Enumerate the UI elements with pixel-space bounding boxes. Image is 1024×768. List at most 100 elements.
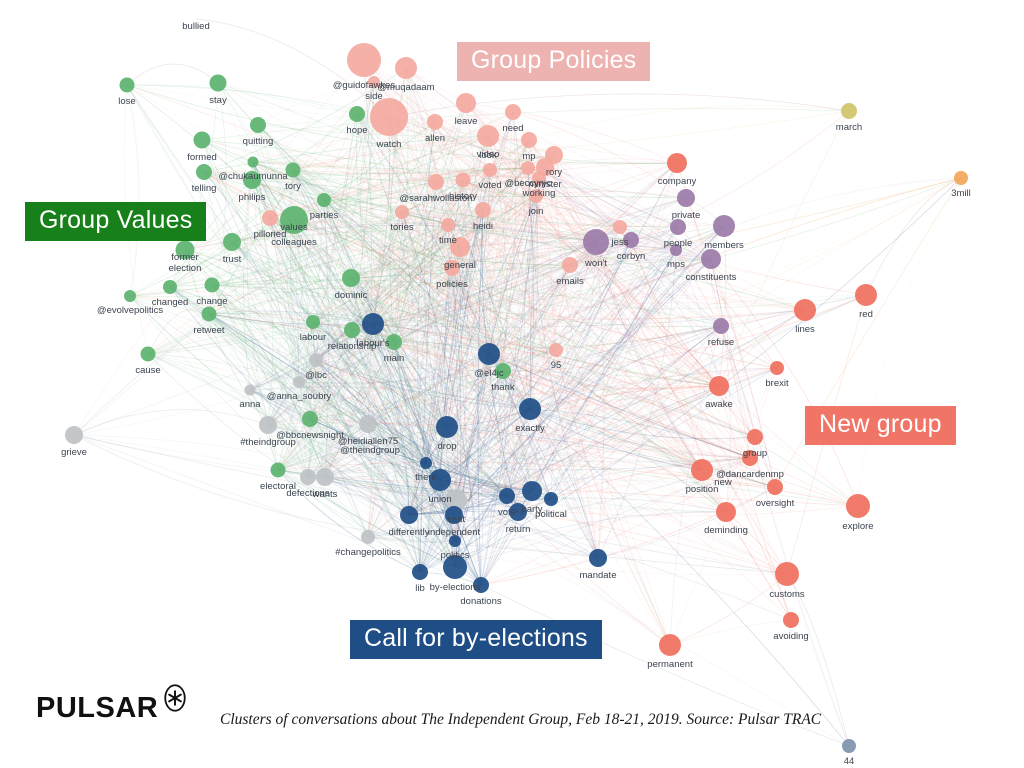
graph-node[interactable] [300, 469, 316, 485]
graph-node[interactable] [747, 429, 763, 445]
graph-node[interactable] [250, 117, 266, 133]
graph-node-label: formed [187, 151, 217, 163]
graph-node[interactable] [65, 426, 83, 444]
graph-node[interactable] [521, 161, 535, 175]
graph-node[interactable] [395, 57, 417, 79]
graph-node[interactable] [362, 313, 384, 335]
cluster-label-group-values: Group Values [25, 202, 207, 241]
graph-node-label: rory [545, 167, 563, 178]
graph-node[interactable] [794, 299, 816, 321]
graph-node[interactable] [316, 468, 334, 486]
graph-node-label: private [671, 210, 701, 221]
graph-node[interactable] [549, 343, 563, 357]
graph-node-label: political [535, 509, 567, 520]
graph-node-label: watch [376, 139, 402, 150]
graph-node[interactable] [302, 411, 318, 427]
graph-node[interactable] [370, 98, 408, 136]
graph-node[interactable] [562, 257, 578, 273]
graph-node[interactable] [670, 219, 686, 235]
graph-node[interactable] [163, 280, 177, 294]
graph-node[interactable] [428, 174, 444, 190]
graph-node-label: differently [388, 527, 430, 538]
graph-node[interactable] [244, 384, 256, 396]
graph-node[interactable] [716, 502, 736, 522]
graph-node[interactable] [713, 318, 729, 334]
graph-node-label: won't [585, 258, 607, 269]
graph-node-label: 95 [550, 360, 562, 371]
graph-node-label: values [280, 222, 308, 233]
graph-node-label: jess [611, 237, 629, 248]
graph-node-label: refuse [707, 337, 735, 348]
graph-node[interactable] [349, 106, 365, 122]
graph-node[interactable] [505, 104, 521, 120]
graph-node[interactable] [361, 530, 375, 544]
graph-node[interactable] [519, 398, 541, 420]
cluster-label-new-group: New group [805, 406, 956, 445]
graph-node[interactable] [846, 494, 870, 518]
graph-node[interactable] [196, 164, 212, 180]
graph-node[interactable] [701, 249, 721, 269]
graph-node[interactable] [270, 462, 286, 478]
graph-node[interactable] [247, 156, 259, 168]
graph-node[interactable] [855, 284, 877, 306]
graph-node[interactable] [477, 125, 499, 147]
graph-node[interactable] [223, 233, 241, 251]
graph-node[interactable] [285, 162, 301, 178]
graph-node[interactable] [775, 562, 799, 586]
graph-node[interactable] [420, 457, 432, 469]
graph-node[interactable] [342, 269, 360, 287]
graph-node[interactable] [475, 202, 491, 218]
graph-node[interactable] [613, 220, 627, 234]
cluster-label-call-for-by-elections: Call for by-elections [350, 620, 602, 659]
graph-node[interactable] [544, 492, 558, 506]
graph-node[interactable] [201, 306, 217, 322]
graph-node[interactable] [209, 74, 227, 92]
graph-node[interactable] [770, 361, 784, 375]
graph-node[interactable] [499, 488, 515, 504]
graph-node[interactable] [262, 210, 278, 226]
graph-node[interactable] [483, 163, 497, 177]
graph-node[interactable] [309, 353, 323, 367]
graph-node[interactable] [427, 114, 443, 130]
graph-node[interactable] [400, 506, 418, 524]
graph-node[interactable] [347, 43, 381, 77]
graph-node[interactable] [713, 215, 735, 237]
graph-node[interactable] [456, 93, 476, 113]
graph-node[interactable] [441, 218, 455, 232]
graph-node[interactable] [306, 315, 320, 329]
graph-node[interactable] [521, 132, 537, 148]
graph-node[interactable] [455, 172, 471, 188]
graph-node[interactable] [783, 612, 799, 628]
graph-node[interactable] [522, 481, 542, 501]
graph-node-label: mp [522, 151, 536, 162]
graph-node[interactable] [344, 322, 360, 338]
graph-node[interactable] [659, 634, 681, 656]
graph-node[interactable] [954, 171, 968, 185]
graph-node[interactable] [395, 205, 409, 219]
graph-node[interactable] [293, 376, 305, 388]
graph-node[interactable] [119, 77, 135, 93]
graph-node[interactable] [140, 346, 156, 362]
graph-node[interactable] [842, 739, 856, 753]
graph-node[interactable] [193, 131, 211, 149]
graph-node[interactable] [259, 416, 277, 434]
graph-node[interactable] [709, 376, 729, 396]
graph-node[interactable] [204, 277, 220, 293]
graph-node[interactable] [677, 189, 695, 207]
pulsar-wordmark: PULSAR [36, 692, 159, 724]
graph-node[interactable] [589, 549, 607, 567]
graph-node-label: wants [312, 489, 338, 500]
graph-node[interactable] [691, 459, 713, 481]
graph-node[interactable] [583, 229, 609, 255]
graph-node-label: oversight [755, 498, 795, 509]
graph-node[interactable] [412, 564, 428, 580]
graph-node-label: avoiding [773, 631, 809, 642]
graph-node[interactable] [478, 343, 500, 365]
graph-node[interactable] [767, 479, 783, 495]
graph-node[interactable] [124, 290, 136, 302]
graph-node[interactable] [436, 416, 458, 438]
graph-node[interactable] [841, 103, 857, 119]
graph-node[interactable] [317, 193, 331, 207]
graph-node[interactable] [667, 153, 687, 173]
graph-node[interactable] [359, 415, 377, 433]
